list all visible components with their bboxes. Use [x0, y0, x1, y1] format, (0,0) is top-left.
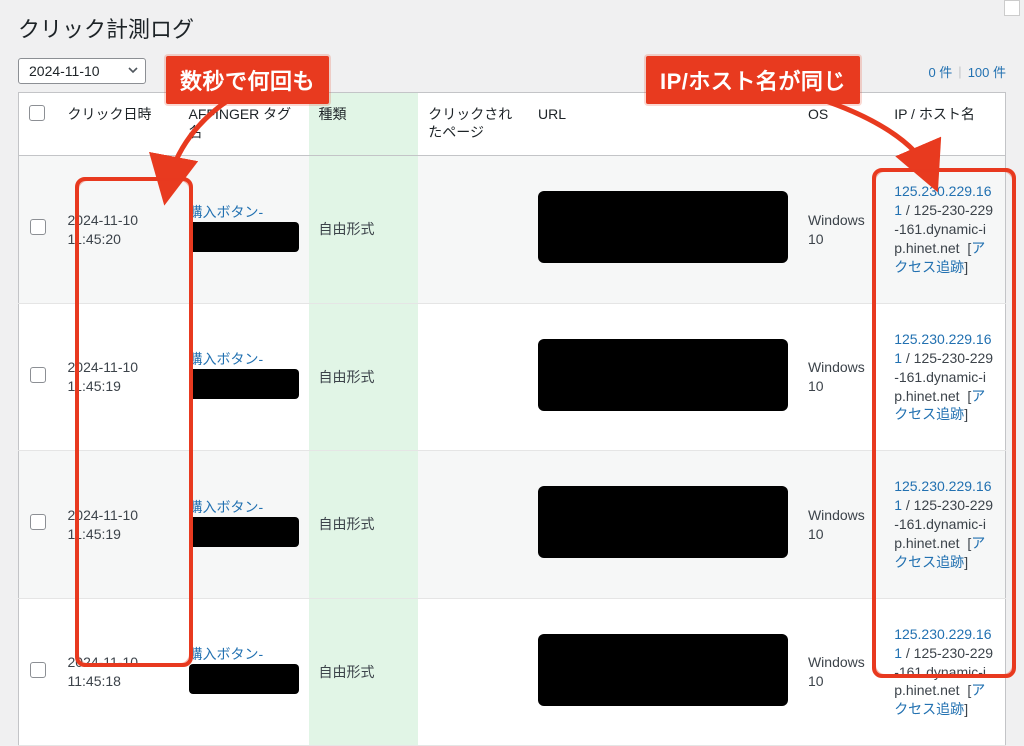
tag-link[interactable]: 購入ボタン-	[189, 499, 264, 515]
cell-click-at: 2024-11-1011:45:18	[58, 598, 179, 745]
redacted-text	[189, 517, 299, 547]
cell-click-at: 2024-11-1011:45:19	[58, 303, 179, 450]
col-tag-name[interactable]: AFFINGER タグ名	[179, 93, 309, 156]
cell-url	[528, 598, 798, 745]
cell-url	[528, 156, 798, 303]
col-url[interactable]: URL	[528, 93, 798, 156]
cell-clicked-page	[418, 303, 528, 450]
access-trace-link[interactable]: アクセス追跡	[894, 535, 985, 570]
select-all-checkbox[interactable]	[29, 105, 45, 121]
redacted-url	[538, 339, 788, 411]
cell-os: Windows 10	[798, 303, 884, 450]
cell-ip-host: 125.230.229.161 / 125-230-229-161.dynami…	[884, 303, 1005, 450]
access-trace-link[interactable]: アクセス追跡	[894, 388, 985, 423]
access-trace-link[interactable]: アクセス追跡	[894, 240, 985, 275]
cell-type: 自由形式	[309, 451, 419, 598]
per-page-links: 0 件 | 100 件	[928, 62, 1006, 81]
ip-link[interactable]: 125.230.229.161	[894, 183, 991, 218]
ip-link[interactable]: 125.230.229.161	[894, 478, 991, 513]
cell-os: Windows 10	[798, 156, 884, 303]
cell-ip-host: 125.230.229.161 / 125-230-229-161.dynami…	[884, 451, 1005, 598]
table-row: 2024-11-1011:45:18購入ボタン-自由形式Windows 1012…	[19, 598, 1006, 745]
ip-link[interactable]: 125.230.229.161	[894, 331, 991, 366]
table-header-row: クリック日時 AFFINGER タグ名 種類 クリックされたページ URL OS…	[19, 93, 1006, 156]
redacted-text	[189, 369, 299, 399]
table-row: 2024-11-1011:45:20購入ボタン-自由形式Windows 1012…	[19, 156, 1006, 303]
tag-link[interactable]: 購入ボタン-	[189, 351, 264, 367]
cell-click-at: 2024-11-1011:45:19	[58, 451, 179, 598]
date-filter-select[interactable]: 2024-11-10	[18, 58, 146, 84]
chevron-down-icon	[127, 63, 139, 79]
tag-link[interactable]: 購入ボタン-	[189, 204, 264, 220]
tag-link[interactable]: 購入ボタン-	[189, 646, 264, 662]
redacted-url	[538, 191, 788, 263]
col-clicked-page[interactable]: クリックされたページ	[418, 93, 528, 156]
cell-tag-name: 購入ボタン-	[179, 451, 309, 598]
cell-tag-name: 購入ボタン-	[179, 598, 309, 745]
table-row: 2024-11-1011:45:19購入ボタン-自由形式Windows 1012…	[19, 303, 1006, 450]
redacted-text	[189, 222, 299, 252]
cell-click-at: 2024-11-1011:45:20	[58, 156, 179, 303]
col-ip-host[interactable]: IP / ホスト名	[884, 93, 1005, 156]
row-checkbox[interactable]	[30, 219, 46, 235]
date-filter-value: 2024-11-10	[29, 63, 100, 79]
redacted-url	[538, 634, 788, 706]
cell-clicked-page	[418, 598, 528, 745]
click-log-table: クリック日時 AFFINGER タグ名 種類 クリックされたページ URL OS…	[18, 92, 1006, 746]
separator: |	[958, 64, 961, 79]
cell-ip-host: 125.230.229.161 / 125-230-229-161.dynami…	[884, 156, 1005, 303]
cell-ip-host: 125.230.229.161 / 125-230-229-161.dynami…	[884, 598, 1005, 745]
cell-clicked-page	[418, 451, 528, 598]
per-page-100-link[interactable]: 100 件	[968, 62, 1006, 81]
access-trace-link[interactable]: アクセス追跡	[894, 682, 985, 717]
cell-os: Windows 10	[798, 598, 884, 745]
cell-url	[528, 303, 798, 450]
cell-type: 自由形式	[309, 303, 419, 450]
row-checkbox[interactable]	[30, 367, 46, 383]
redacted-url	[538, 486, 788, 558]
cell-os: Windows 10	[798, 451, 884, 598]
row-checkbox[interactable]	[30, 662, 46, 678]
cell-url	[528, 451, 798, 598]
table-row: 2024-11-1011:45:19購入ボタン-自由形式Windows 1012…	[19, 451, 1006, 598]
col-os[interactable]: OS	[798, 93, 884, 156]
page-title: クリック計測ログ	[18, 12, 1006, 44]
col-click-at[interactable]: クリック日時	[58, 93, 179, 156]
plugin-icon	[1004, 0, 1020, 16]
redacted-text	[189, 664, 299, 694]
cell-tag-name: 購入ボタン-	[179, 156, 309, 303]
cell-tag-name: 購入ボタン-	[179, 303, 309, 450]
cell-type: 自由形式	[309, 156, 419, 303]
ip-link[interactable]: 125.230.229.161	[894, 626, 991, 661]
per-page-50-link[interactable]: 0 件	[928, 62, 952, 81]
row-checkbox[interactable]	[30, 514, 46, 530]
col-type[interactable]: 種類	[309, 93, 419, 156]
cell-type: 自由形式	[309, 598, 419, 745]
cell-clicked-page	[418, 156, 528, 303]
